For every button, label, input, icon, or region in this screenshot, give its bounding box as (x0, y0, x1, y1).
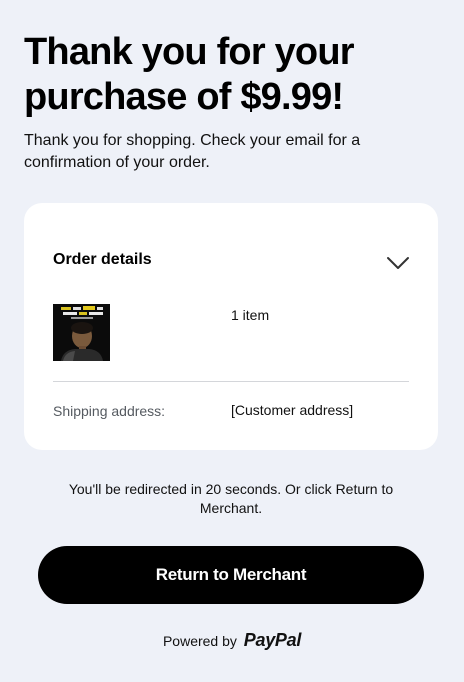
powered-by-label: Powered by (162, 633, 237, 649)
order-details-card: Order details 1 item Shipping address: [… (24, 203, 438, 450)
powered-by: Powered by PayPal (0, 630, 464, 651)
shipping-address-value: [Customer address] (231, 402, 354, 418)
paypal-logo: PayPal (243, 630, 302, 650)
item-count: 1 item (231, 307, 270, 323)
divider (53, 381, 409, 382)
return-to-merchant-button[interactable]: Return to Merchant (38, 546, 424, 604)
checkout-confirmation-page: Thank you for your purchase of $9.99! Th… (0, 0, 464, 682)
order-details-title: Order details (53, 251, 152, 268)
page-subtitle: Thank you for shopping. Check your email… (24, 132, 361, 171)
shipping-address-label: Shipping address: (53, 403, 166, 419)
page-title: Thank you for your purchase of $9.99! (24, 31, 355, 118)
product-thumbnail (53, 304, 110, 361)
order-details-toggle[interactable]: Order details (53, 247, 411, 277)
redirect-notice: You'll be redirected in 20 seconds. Or c… (68, 481, 394, 516)
chevron-down-icon[interactable] (385, 249, 411, 275)
